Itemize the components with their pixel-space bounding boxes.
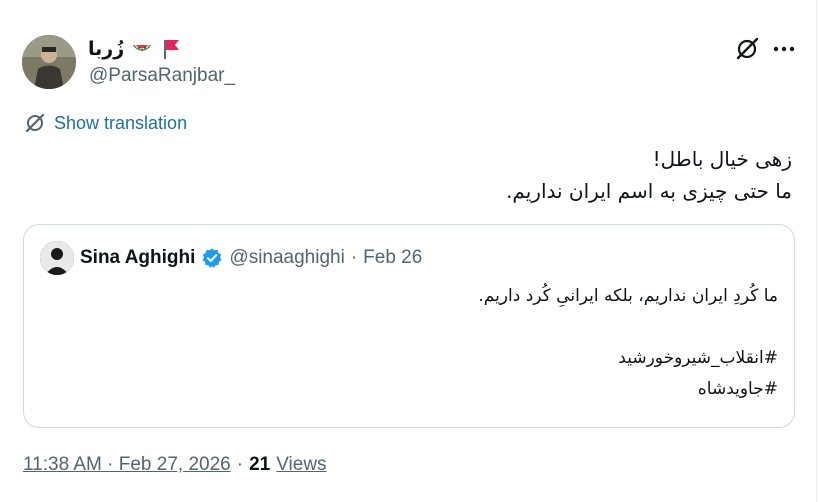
grok-icon (736, 37, 759, 60)
tweet-timestamp[interactable]: 11:38 AM · Feb 27, 2026 (23, 454, 231, 476)
grok-button[interactable] (733, 35, 761, 63)
quote-hashtag[interactable]: #جاویدشاه (58, 374, 778, 405)
views-label[interactable]: Views (276, 454, 326, 476)
tweet-line: ما حتی چیزی به اسم ایران نداریم. (506, 179, 792, 203)
quote-separator: · (350, 247, 358, 268)
translate-icon (25, 113, 45, 133)
author-handle[interactable]: @ParsaRanjbar_ (89, 65, 235, 87)
meta-separator: · (236, 454, 244, 475)
more-options-button[interactable] (770, 35, 798, 63)
display-name[interactable]: زُربا (88, 38, 124, 61)
quote-line: ما کُردِ ایران نداریم، بلکه ایرانیِ کُرد… (478, 286, 778, 306)
author-avatar-image (22, 35, 76, 89)
author-name-row[interactable]: زُربا (88, 36, 182, 62)
author-avatar[interactable] (22, 35, 76, 89)
quote-author-handle[interactable]: @sinaaghighi (229, 247, 344, 269)
quote-date[interactable]: Feb 26 (363, 247, 422, 269)
quote-text: ما کُردِ ایران نداریم، بلکه ایرانیِ کُرد… (58, 281, 778, 405)
quote-avatar-image (40, 241, 74, 275)
tweet-text: زهی خیال باطل! ما حتی چیزی به اسم ایران … (52, 143, 792, 207)
quote-line-blank (58, 312, 778, 343)
red-flag-icon (164, 40, 180, 59)
watermelon-icon (133, 45, 152, 51)
quote-header: Sina Aghighi @sinaaghighi · Feb 26 (80, 245, 422, 271)
tweet-card: زُربا @ParsaRanjbar_ Show translation زه… (0, 0, 817, 502)
more-dots-icon (773, 46, 795, 52)
quote-author-name[interactable]: Sina Aghighi (80, 247, 195, 269)
tweet-meta: 11:38 AM · Feb 27, 2026 · 21 Views (23, 452, 327, 478)
tweet-line: زهی خیال باطل! (652, 147, 792, 171)
quote-hashtag[interactable]: #انقلاب_شیروخورشید (58, 343, 778, 374)
quoted-tweet[interactable]: Sina Aghighi @sinaaghighi · Feb 26 ما کُ… (23, 224, 795, 428)
views-count[interactable]: 21 (249, 454, 270, 476)
verified-badge-icon (202, 248, 222, 268)
show-translation-label[interactable]: Show translation (54, 113, 187, 134)
quote-author-avatar[interactable] (40, 241, 74, 275)
show-translation-link[interactable]: Show translation (24, 112, 187, 134)
